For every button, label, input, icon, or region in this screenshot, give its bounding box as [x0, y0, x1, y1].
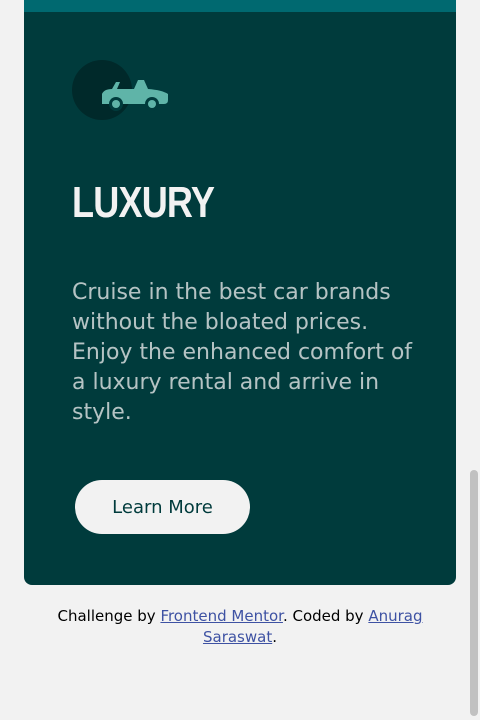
- card-description: Cruise in the best car brands without th…: [72, 280, 413, 425]
- learn-more-button[interactable]: Learn More: [75, 480, 250, 534]
- attribution-middle: . Coded by: [282, 607, 369, 625]
- previous-card-edge: [24, 0, 456, 12]
- attribution-prefix: Challenge by: [57, 607, 161, 625]
- luxury-card: LUXURY Cruise in the best car brands wit…: [24, 12, 456, 585]
- scrollbar[interactable]: [470, 470, 478, 716]
- attribution: Challenge by Frontend Mentor. Coded by A…: [40, 606, 440, 648]
- attribution-suffix: .: [272, 628, 277, 646]
- card-heading: LUXURY: [72, 178, 215, 227]
- frontend-mentor-link[interactable]: Frontend Mentor: [160, 607, 283, 625]
- car-convertible-icon: [72, 60, 172, 124]
